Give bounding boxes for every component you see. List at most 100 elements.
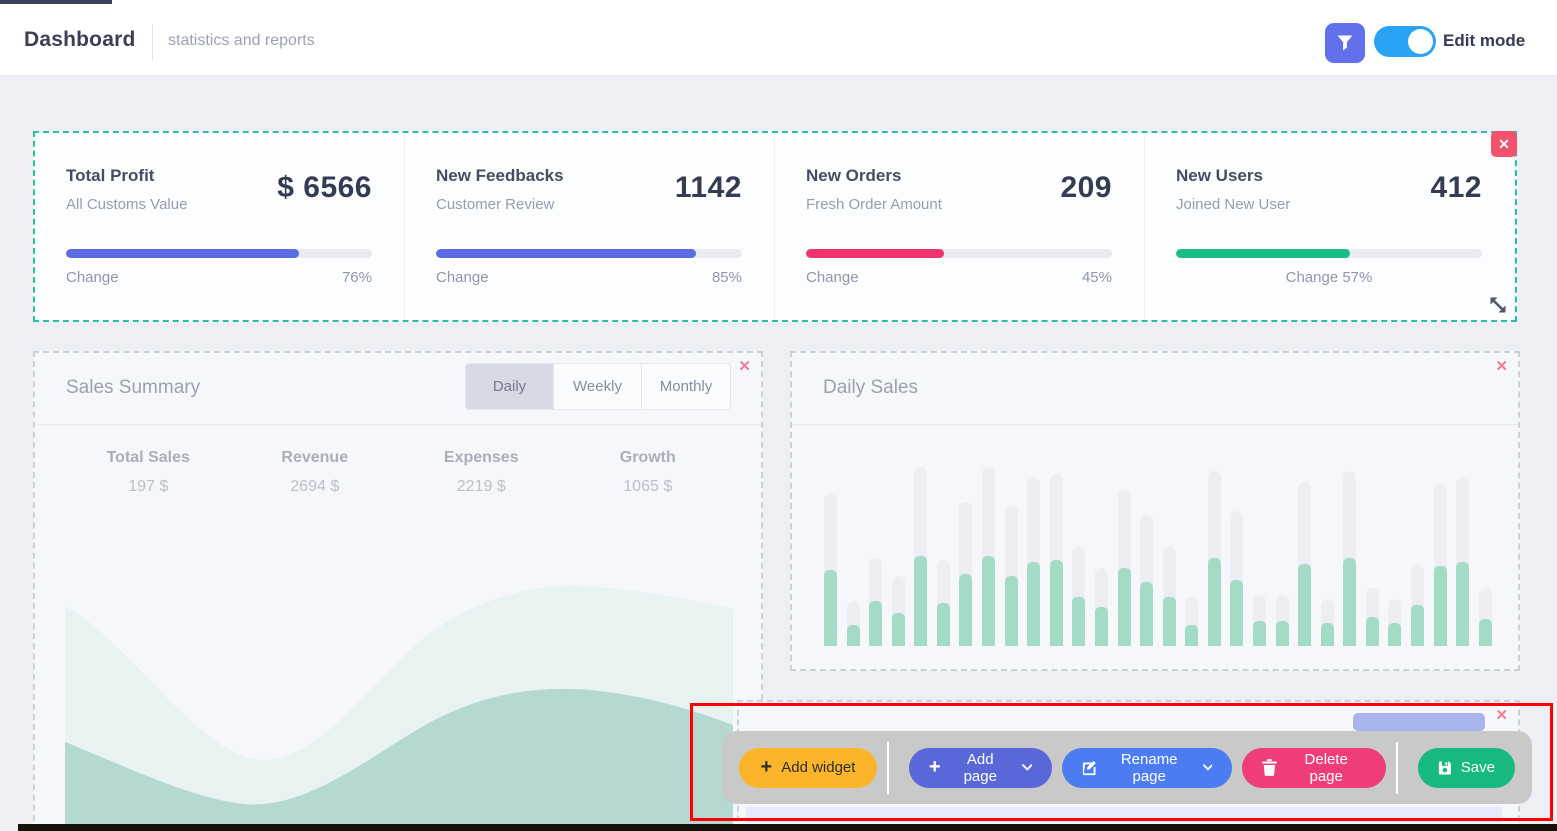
delete-page-button[interactable]: Delete page — [1242, 748, 1386, 788]
title-divider — [152, 24, 153, 60]
stat-card-new-feedbacks: New Feedbacks Customer Review 1142 Chang… — [405, 133, 775, 320]
change-label: Change — [66, 269, 119, 286]
change-label: Change — [436, 269, 489, 286]
chevron-down-icon — [1203, 764, 1213, 771]
stat-value: 412 — [1430, 171, 1482, 205]
bar-value — [892, 613, 905, 646]
add-widget-button[interactable]: + Add widget — [739, 748, 877, 788]
bar — [1479, 451, 1492, 646]
loading-bar — [0, 0, 112, 4]
summary-stats-row: Total Sales 197 $ Revenue 2694 $ Expense… — [65, 449, 731, 496]
bar — [1321, 451, 1334, 646]
bar-value — [1050, 560, 1063, 646]
bar-value — [1095, 607, 1108, 646]
bar — [1388, 451, 1401, 646]
add-widget-label: Add widget — [781, 759, 855, 776]
panel-divider — [792, 424, 1518, 425]
bar — [1298, 451, 1311, 646]
save-label: Save — [1461, 759, 1495, 776]
progress-track — [66, 249, 372, 258]
change-value: 85% — [712, 269, 742, 286]
bar — [1005, 451, 1018, 646]
bar-value — [1163, 597, 1176, 646]
bar — [1230, 451, 1243, 646]
page-subtitle: statistics and reports — [168, 32, 315, 50]
close-panel-icon[interactable]: ✕ — [1495, 359, 1508, 374]
bar — [1163, 451, 1176, 646]
bar — [1434, 451, 1447, 646]
bar-value — [959, 574, 972, 646]
filter-button[interactable] — [1325, 23, 1365, 63]
add-page-button[interactable]: + Add page — [909, 748, 1053, 788]
bar — [937, 451, 950, 646]
period-tabs: Daily Weekly Monthly — [465, 363, 731, 410]
change-value: 45% — [1082, 269, 1112, 286]
toolbar-divider — [887, 742, 889, 794]
stat-change-row: Change 85% — [436, 269, 742, 286]
progress-fill — [806, 249, 944, 258]
bar — [1456, 451, 1469, 646]
summary-value: 2219 $ — [398, 478, 565, 496]
sales-summary-panel: Sales Summary Daily Weekly Monthly ✕ Tot… — [33, 351, 763, 831]
tab-daily[interactable]: Daily — [466, 364, 554, 409]
summary-label: Growth — [565, 449, 732, 467]
trash-icon — [1262, 759, 1277, 776]
hidden-widget-tab — [1353, 713, 1485, 731]
close-panel-icon[interactable]: ✕ — [738, 359, 751, 374]
bar-value — [1005, 576, 1018, 646]
bar — [847, 451, 860, 646]
stat-card-new-orders: New Orders Fresh Order Amount 209 Change… — [775, 133, 1145, 320]
summary-stat-expenses: Expenses 2219 $ — [398, 449, 565, 496]
daily-sales-panel: Daily Sales ✕ — [790, 351, 1520, 671]
bar-value — [1276, 621, 1289, 646]
resize-handle-icon[interactable] — [1487, 294, 1509, 316]
bar-value — [1388, 623, 1401, 646]
bar — [1253, 451, 1266, 646]
toolbar-divider — [1396, 742, 1398, 794]
bar-value — [1456, 562, 1469, 646]
bar-value — [824, 570, 837, 646]
save-button[interactable]: Save — [1418, 748, 1515, 788]
tab-weekly[interactable]: Weekly — [554, 364, 642, 409]
bar-value — [1479, 619, 1492, 646]
stat-value: $ 6566 — [277, 171, 372, 205]
bar-value — [1343, 558, 1356, 646]
edit-toolbar: + Add widget + Add page Rename page — [722, 731, 1532, 804]
bar-value — [1027, 562, 1040, 646]
edit-mode-toggle[interactable] — [1374, 26, 1436, 57]
bottom-black-strip — [18, 824, 1557, 831]
close-widget-button[interactable]: ✕ — [1491, 131, 1517, 157]
bar-value — [1208, 558, 1221, 646]
bar-value — [1411, 605, 1424, 646]
bar — [1411, 451, 1424, 646]
change-label: Change — [806, 269, 859, 286]
progress-track — [806, 249, 1112, 258]
bar-value — [1140, 582, 1153, 646]
change-label: Change 57% — [1286, 269, 1373, 286]
bar — [1095, 451, 1108, 646]
bar — [1050, 451, 1063, 646]
change-value: 76% — [342, 269, 372, 286]
bar-value — [982, 556, 995, 646]
stat-value: 1142 — [675, 171, 742, 205]
filter-icon — [1336, 34, 1354, 52]
add-page-label: Add page — [950, 751, 1011, 785]
bar-value — [1298, 564, 1311, 646]
stats-widget: Total Profit All Customs Value $ 6566 Ch… — [33, 131, 1517, 322]
close-panel-icon[interactable]: ✕ — [1495, 708, 1508, 723]
summary-stat-growth: Growth 1065 $ — [565, 449, 732, 496]
bar — [1027, 451, 1040, 646]
summary-label: Expenses — [398, 449, 565, 467]
tab-monthly[interactable]: Monthly — [642, 364, 730, 409]
bar — [1343, 451, 1356, 646]
bar — [869, 451, 882, 646]
sales-area-chart — [65, 562, 733, 824]
bar-value — [847, 625, 860, 646]
bar — [1366, 451, 1379, 646]
page-title: Dashboard — [24, 28, 136, 52]
rename-page-button[interactable]: Rename page — [1062, 748, 1232, 788]
bar — [1140, 451, 1153, 646]
bar — [1072, 451, 1085, 646]
summary-label: Revenue — [232, 449, 399, 467]
summary-value: 1065 $ — [565, 478, 732, 496]
